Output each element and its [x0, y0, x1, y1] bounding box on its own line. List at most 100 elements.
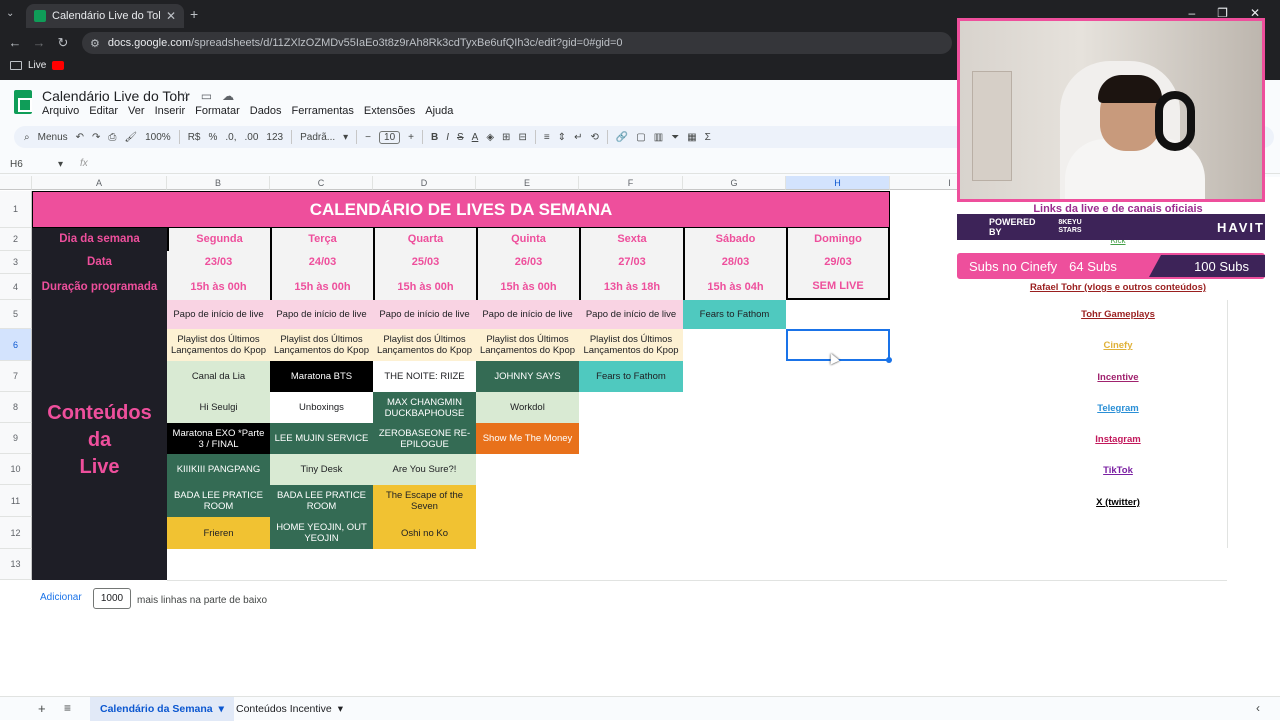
sheet-tab-incentive[interactable]: Conteúdos Incentive ▾: [226, 697, 353, 721]
content-cell[interactable]: BADA LEE PRATICE ROOM: [270, 485, 373, 517]
filter-icon[interactable]: ⏷: [671, 132, 679, 143]
menus-search[interactable]: Menus: [38, 132, 68, 143]
content-cell[interactable]: JOHNNY SAYS: [476, 361, 579, 392]
chevron-down-icon[interactable]: ▾: [58, 159, 63, 170]
label-duracao[interactable]: Duração programada: [32, 274, 167, 300]
content-cell[interactable]: THE NOITE: RIIZE: [373, 361, 476, 392]
forward-icon[interactable]: →: [28, 32, 50, 54]
content-cell[interactable]: Are You Sure?!: [373, 454, 476, 485]
link-icon[interactable]: 🔗: [616, 132, 628, 143]
fill-color-icon[interactable]: ◈: [486, 132, 494, 143]
content-cell[interactable]: Playlist dos Últimos Lançamentos do Kpop: [476, 329, 579, 361]
conteudos-label[interactable]: Conteúdos da Live: [32, 300, 167, 580]
font-size-increase-icon[interactable]: +: [408, 132, 414, 143]
label-dia-semana[interactable]: Dia da semana: [32, 228, 167, 251]
day-duration[interactable]: 15h às 00h: [167, 274, 270, 300]
align-vertical-icon[interactable]: ⇕: [558, 132, 566, 143]
menu-extensoes[interactable]: Extensões: [364, 105, 415, 117]
add-rows-count-input[interactable]: 1000: [93, 588, 131, 609]
row-header[interactable]: 5: [0, 300, 32, 329]
search-icon[interactable]: ⌕: [24, 132, 30, 143]
content-cell[interactable]: Show Me The Money: [476, 423, 579, 454]
row-header[interactable]: 6: [0, 329, 32, 361]
zoom-select[interactable]: 100%: [145, 132, 171, 143]
day-name[interactable]: Segunda: [167, 228, 270, 251]
content-cell[interactable]: Canal da Lia: [167, 361, 270, 392]
day-date[interactable]: 26/03: [476, 251, 579, 274]
font-size-decrease-icon[interactable]: −: [365, 132, 371, 143]
doc-title[interactable]: Calendário Live do Tohr: [42, 88, 190, 104]
chevron-down-icon[interactable]: ▾: [219, 703, 224, 715]
col-header-c[interactable]: C: [270, 176, 373, 190]
content-cell[interactable]: Playlist dos Últimos Lançamentos do Kpop: [373, 329, 476, 361]
day-name[interactable]: Quarta: [373, 228, 476, 251]
number-format-button[interactable]: 123: [266, 132, 283, 143]
chevron-down-icon[interactable]: ▾: [343, 132, 348, 143]
strikethrough-icon[interactable]: S: [457, 132, 464, 143]
borders-icon[interactable]: ⊞: [502, 132, 510, 143]
content-cell[interactable]: Papo de início de live: [373, 300, 476, 329]
day-duration[interactable]: SEM LIVE: [786, 274, 890, 300]
menu-inserir[interactable]: Inserir: [155, 105, 186, 117]
row-header[interactable]: 12: [0, 517, 32, 549]
address-bar[interactable]: ⚙ docs.google.com/spreadsheets/d/11ZXlzO…: [82, 32, 952, 54]
content-cell[interactable]: Tiny Desk: [270, 454, 373, 485]
chart-icon[interactable]: ▥: [654, 132, 663, 143]
site-info-icon[interactable]: ⚙: [90, 37, 100, 50]
day-duration[interactable]: 15h às 00h: [373, 274, 476, 300]
filter-views-icon[interactable]: ▦: [687, 132, 696, 143]
tab-search-icon[interactable]: ⌄: [6, 8, 14, 19]
link-tiktok[interactable]: TikTok: [958, 465, 1278, 476]
name-box[interactable]: H6: [10, 159, 23, 170]
label-data[interactable]: Data: [32, 251, 167, 274]
paint-format-icon[interactable]: 🖌: [124, 132, 137, 143]
day-duration[interactable]: 15h às 00h: [270, 274, 373, 300]
menu-ferramentas[interactable]: Ferramentas: [292, 105, 354, 117]
browser-tab[interactable]: Calendário Live do Tohr - Goog ✕: [26, 4, 184, 28]
calendar-title[interactable]: CALENDÁRIO DE LIVES DA SEMANA: [32, 191, 890, 228]
day-duration[interactable]: 15h às 00h: [476, 274, 579, 300]
row-header[interactable]: 4: [0, 274, 32, 300]
bookmark-live[interactable]: Live: [28, 60, 46, 71]
content-cell[interactable]: Unboxings: [270, 392, 373, 423]
col-header-h[interactable]: H: [786, 176, 890, 190]
youtube-icon[interactable]: [52, 61, 65, 70]
menu-formatar[interactable]: Formatar: [195, 105, 240, 117]
link-instagram[interactable]: Instagram: [958, 434, 1278, 445]
day-name[interactable]: Quinta: [476, 228, 579, 251]
col-header-a[interactable]: A: [32, 176, 167, 190]
row-header[interactable]: 7: [0, 361, 32, 392]
content-cell[interactable]: Papo de início de live: [476, 300, 579, 329]
content-cell[interactable]: Fears to Fathom: [683, 300, 786, 329]
font-size-input[interactable]: 10: [379, 130, 401, 144]
row-header[interactable]: 1: [0, 191, 32, 228]
link-cinefy[interactable]: Cinefy: [958, 340, 1278, 351]
increase-decimal-button[interactable]: .00: [245, 132, 259, 143]
row-header[interactable]: 13: [0, 549, 32, 580]
content-cell[interactable]: Maratona BTS: [270, 361, 373, 392]
day-date[interactable]: 28/03: [683, 251, 786, 274]
text-color-icon[interactable]: A: [472, 132, 479, 143]
currency-button[interactable]: R$: [188, 132, 201, 143]
row-header[interactable]: 9: [0, 423, 32, 454]
reload-icon[interactable]: ↻: [52, 32, 74, 54]
all-sheets-icon[interactable]: ≡: [64, 701, 71, 715]
menu-arquivo[interactable]: Arquivo: [42, 105, 79, 117]
text-wrap-icon[interactable]: ↵: [574, 132, 582, 143]
content-cell[interactable]: Hi Seulgi: [167, 392, 270, 423]
content-cell[interactable]: LEE MUJIN SERVICE: [270, 423, 373, 454]
percent-button[interactable]: %: [208, 132, 217, 143]
menu-editar[interactable]: Editar: [89, 105, 118, 117]
comment-icon[interactable]: ▢: [636, 132, 645, 143]
merge-cells-icon[interactable]: ⊟: [518, 132, 526, 143]
row-header[interactable]: 3: [0, 251, 32, 274]
functions-icon[interactable]: Σ: [705, 132, 711, 143]
content-cell[interactable]: The Escape of the Seven: [373, 485, 476, 517]
content-cell[interactable]: Papo de início de live: [579, 300, 683, 329]
day-name[interactable]: Terça: [270, 228, 373, 251]
star-icon[interactable]: ☆: [180, 89, 191, 103]
day-date[interactable]: 27/03: [579, 251, 683, 274]
content-cell[interactable]: MAX CHANGMIN DUCKBAPHOUSE: [373, 392, 476, 423]
content-cell[interactable]: Maratona EXO *Parte 3 / FINAL: [167, 423, 270, 454]
day-date[interactable]: 25/03: [373, 251, 476, 274]
